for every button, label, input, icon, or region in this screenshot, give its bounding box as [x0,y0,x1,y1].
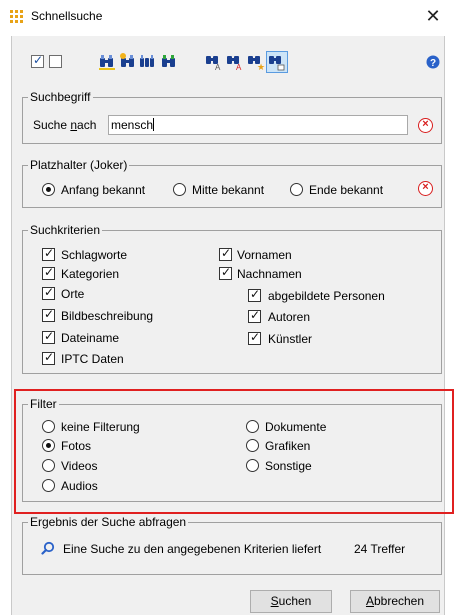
radio-mitte-bekannt-label: Mitte bekannt [192,183,265,197]
platzhalter-legend: Platzhalter (Joker) [30,158,128,172]
checkbox-orte-label: Orte [61,287,85,301]
radio-anfang-bekannt[interactable] [42,183,55,196]
ergebnis-count: 24 Treffer [354,542,406,556]
suchkriterien-legend: Suchkriterien [30,223,101,237]
app-grid-icon [10,10,23,23]
binoculars-star-icon[interactable]: ★ [247,53,265,71]
radio-fotos-label: Fotos [61,439,92,453]
search-result-icon [41,541,55,555]
radio-ende-bekannt[interactable] [290,183,303,196]
radio-grafiken[interactable] [246,439,259,452]
binoculars-red-a-icon[interactable]: A [226,53,244,71]
checkbox-iptc-daten-label: IPTC Daten [61,352,124,366]
abbrechen-button[interactable]: Abbrechen [350,590,440,613]
checkbox-kategorien[interactable] [42,265,55,280]
clear-search-icon[interactable]: × [418,118,433,133]
svg-text:★: ★ [257,63,265,71]
checkbox-bildbeschreibung-label: Bildbeschreibung [61,309,154,323]
checkbox-vornamen-label: Vornamen [237,248,292,262]
filter-legend: Filter [30,397,57,411]
binoculars-selected-icon[interactable] [268,53,286,71]
binoculars-icon[interactable] [98,53,116,71]
suche-nach-label: Suche nach [33,118,97,132]
radio-dokumente-label: Dokumente [265,420,327,434]
checkbox-dateiname-label: Dateiname [61,331,120,345]
checkbox-abgebildete-personen-label: abgebildete Personen [268,289,385,303]
checkbox-vornamen[interactable] [219,246,232,261]
suchbegriff-legend: Suchbegriff [30,90,91,104]
schnellsuche-window: Schnellsuche ✕ A A ★ ? [0,0,455,615]
window-title: Schnellsuche [31,9,103,23]
radio-audios[interactable] [42,479,55,492]
radio-dokumente[interactable] [246,420,259,433]
radio-mitte-bekannt[interactable] [173,183,186,196]
svg-text:A: A [215,63,221,71]
radio-sonstige-label: Sonstige [265,459,312,473]
radio-keine-filterung-label: keine Filterung [61,420,140,434]
checkbox-nachnamen[interactable] [219,265,232,280]
binoculars-multi-icon[interactable] [139,53,157,71]
checkbox-dateiname[interactable] [42,329,55,344]
checkbox-kategorien-label: Kategorien [61,267,120,281]
radio-videos-label: Videos [61,459,98,473]
checkbox-kuenstler-label: Künstler [268,332,313,346]
checkbox-kuenstler[interactable] [248,330,261,345]
radio-audios-label: Audios [61,479,98,493]
radio-grafiken-label: Grafiken [265,439,311,453]
binoculars-a-icon[interactable]: A [205,53,223,71]
radio-videos[interactable] [42,459,55,472]
uncheck-all-button[interactable] [49,55,62,68]
help-icon[interactable]: ? [426,55,440,69]
checkbox-orte[interactable] [42,285,55,300]
binoculars-green-icon[interactable] [160,53,178,71]
suchen-button[interactable]: Suchen [250,590,332,613]
checkbox-nachnamen-label: Nachnamen [237,267,302,281]
binoculars-add-icon[interactable] [119,53,137,71]
check-all-button[interactable] [31,53,44,68]
clear-platzhalter-icon[interactable]: × [418,181,433,196]
checkbox-schlagworte-label: Schlagworte [61,248,128,262]
radio-fotos[interactable] [42,439,55,452]
checkbox-autoren[interactable] [248,308,261,323]
radio-keine-filterung[interactable] [42,420,55,433]
close-button[interactable]: ✕ [421,4,445,28]
radio-ende-bekannt-label: Ende bekannt [309,183,384,197]
checkbox-schlagworte[interactable] [42,246,55,261]
ergebnis-legend: Ergebnis der Suche abfragen [30,515,187,529]
svg-text:?: ? [430,58,436,69]
radio-sonstige[interactable] [246,459,259,472]
checkbox-autoren-label: Autoren [268,310,311,324]
checkbox-abgebildete-personen[interactable] [248,287,261,302]
ergebnis-text: Eine Suche zu den angegebenen Kriterien … [63,542,322,556]
radio-anfang-bekannt-label: Anfang bekannt [61,183,146,197]
search-input[interactable]: mensch [108,115,408,135]
title-bar: Schnellsuche ✕ [0,0,455,34]
checkbox-iptc-daten[interactable] [42,350,55,365]
checkbox-bildbeschreibung[interactable] [42,307,55,322]
svg-text:A: A [236,63,242,71]
